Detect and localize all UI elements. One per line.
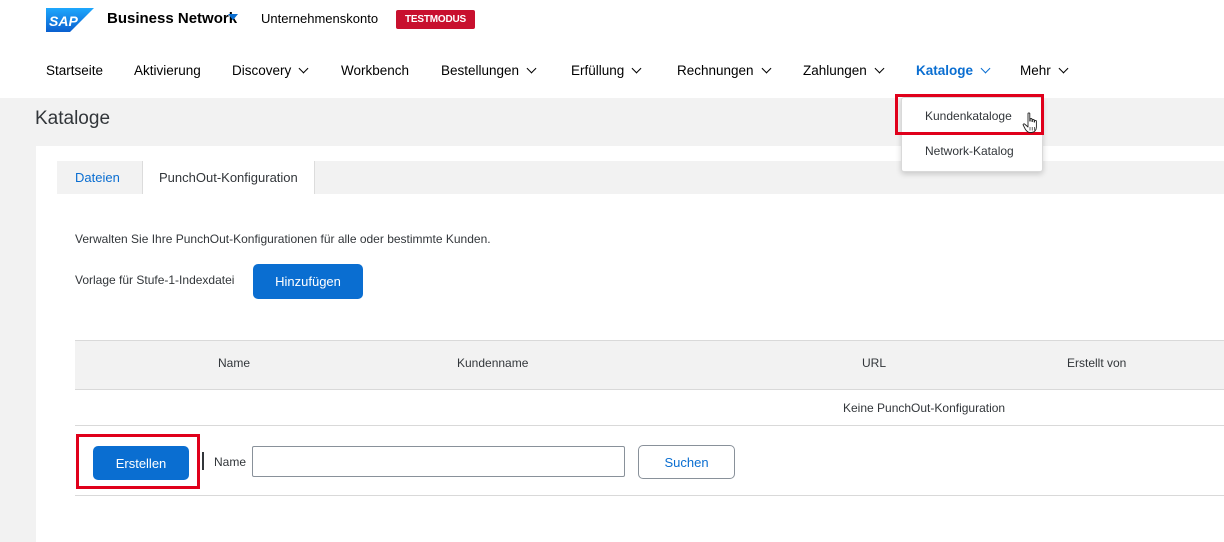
toolbar-separator bbox=[202, 452, 204, 470]
table-row bbox=[75, 390, 1224, 426]
column-header-kundenname[interactable]: Kundenname bbox=[457, 356, 528, 370]
chevron-down-icon bbox=[1058, 63, 1069, 74]
page-side-gutter bbox=[0, 146, 36, 542]
column-header-url[interactable]: URL bbox=[862, 356, 886, 370]
chevron-down-icon bbox=[526, 63, 537, 74]
name-filter-label: Name bbox=[214, 455, 247, 469]
page-title: Kataloge bbox=[35, 108, 111, 129]
nav-discovery[interactable]: Discovery bbox=[232, 63, 309, 78]
chevron-down-icon bbox=[298, 63, 309, 74]
column-header-name[interactable]: Name bbox=[218, 356, 250, 370]
app-switcher-caret-icon[interactable] bbox=[228, 14, 238, 20]
tab-dateien[interactable]: Dateien bbox=[59, 161, 136, 194]
search-button[interactable]: Suchen bbox=[638, 445, 735, 479]
chevron-down-icon bbox=[631, 63, 642, 74]
chevron-down-icon bbox=[980, 63, 991, 74]
top-bar: SAP Business Network Unternehmenskonto T… bbox=[0, 0, 1224, 44]
empty-table-message: Keine PunchOut-Konfiguration bbox=[843, 401, 1006, 415]
sap-logo[interactable]: SAP bbox=[46, 8, 94, 32]
page-description: Verwalten Sie Ihre PunchOut-Konfiguratio… bbox=[75, 232, 491, 246]
highlight-box-create-button bbox=[76, 434, 200, 489]
nav-aktivierung[interactable]: Aktivierung bbox=[134, 63, 201, 78]
test-mode-badge: TESTMODUS bbox=[396, 10, 475, 29]
app-name[interactable]: Business Network bbox=[107, 10, 237, 27]
chevron-down-icon bbox=[874, 63, 885, 74]
tab-punchout-konfiguration[interactable]: PunchOut-Konfiguration bbox=[142, 161, 315, 194]
nav-rechnungen[interactable]: Rechnungen bbox=[677, 63, 772, 78]
nav-startseite[interactable]: Startseite bbox=[46, 63, 103, 78]
chevron-down-icon bbox=[761, 63, 772, 74]
template-label: Vorlage für Stufe-1-Indexdatei bbox=[75, 273, 235, 287]
nav-bestellungen[interactable]: Bestellungen bbox=[441, 63, 537, 78]
nav-kataloge[interactable]: Kataloge bbox=[916, 63, 991, 78]
name-filter-input[interactable] bbox=[252, 446, 625, 477]
nav-mehr[interactable]: Mehr bbox=[1020, 63, 1069, 78]
main-nav: Startseite Aktivierung Discovery Workben… bbox=[0, 58, 1224, 88]
hand-cursor-icon bbox=[1022, 112, 1037, 133]
add-button[interactable]: Hinzufügen bbox=[253, 264, 363, 299]
menu-item-network-katalog[interactable]: Network-Katalog bbox=[925, 144, 1014, 158]
account-label: Unternehmenskonto bbox=[261, 11, 379, 26]
column-header-erstellt-von[interactable]: Erstellt von bbox=[1067, 356, 1126, 370]
nav-erfuellung[interactable]: Erfüllung bbox=[571, 63, 642, 78]
svg-text:SAP: SAP bbox=[49, 13, 78, 29]
nav-workbench[interactable]: Workbench bbox=[341, 63, 409, 78]
nav-zahlungen[interactable]: Zahlungen bbox=[803, 63, 885, 78]
